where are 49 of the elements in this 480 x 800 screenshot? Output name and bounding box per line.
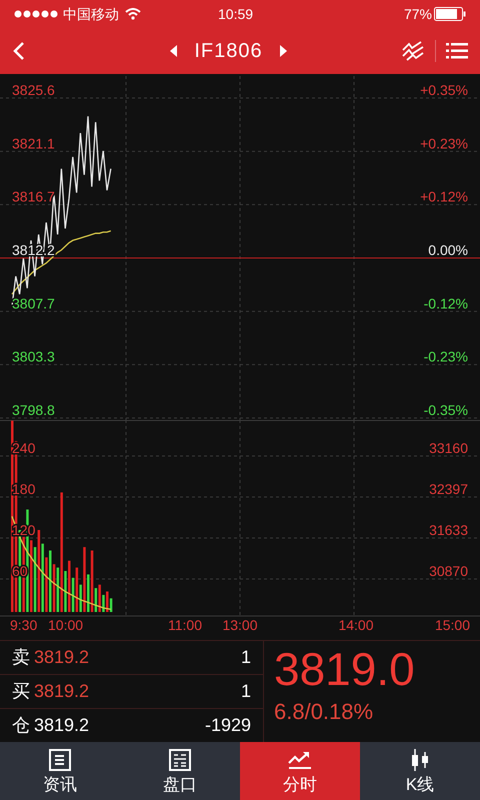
time-label: 9:30 — [10, 617, 38, 633]
axis-label: 3807.7 — [12, 295, 55, 312]
row-quantity: 1 — [240, 646, 251, 669]
document-icon — [47, 748, 73, 772]
last-price: 3819.0 — [274, 642, 416, 697]
previous-icon[interactable] — [170, 45, 178, 57]
axis-label: 0.00% — [428, 242, 468, 258]
row-quantity: -1929 — [204, 714, 251, 737]
contract-title: IF1806 — [194, 39, 263, 64]
time-label: 15:00 — [434, 617, 470, 633]
axis-label: 32397 — [429, 481, 468, 497]
time-label: 14:00 — [338, 617, 374, 633]
axis-label: +0.35% — [420, 82, 468, 98]
axis-label: 3825.6 — [12, 82, 55, 98]
battery-percent: 77% — [404, 4, 432, 24]
price-change: 6.8/0.18% — [274, 698, 374, 726]
row-price: 3819.2 — [34, 680, 90, 703]
time-label: 10:00 — [48, 617, 84, 633]
wifi-icon — [125, 8, 141, 20]
battery-icon — [434, 7, 466, 21]
axis-label: -0.23% — [424, 348, 468, 365]
menu-icon[interactable] — [446, 42, 468, 60]
axis-label: 30870 — [429, 563, 468, 579]
time-label: 13:00 — [222, 617, 258, 633]
carrier-name: 中国移动 — [63, 4, 119, 24]
row-label: 买 — [12, 680, 30, 703]
row-label: 仓 — [12, 714, 30, 737]
time-label: 11:00 — [168, 617, 202, 633]
axis-label: +0.23% — [420, 135, 468, 152]
row-label: 卖 — [12, 646, 30, 669]
next-icon[interactable] — [278, 45, 287, 57]
axis-label: -0.35% — [424, 402, 468, 418]
back-icon[interactable] — [12, 41, 26, 61]
tab[interactable]: 分时 — [240, 742, 360, 800]
axis-label: 60 — [12, 563, 28, 579]
axis-label: 3803.3 — [12, 348, 55, 365]
axis-label: 3798.8 — [12, 402, 55, 418]
axis-label: 33160 — [429, 440, 468, 456]
axis-label: -0.12% — [424, 295, 468, 312]
axis-label: 3821.1 — [12, 135, 55, 152]
axis-label: +0.12% — [420, 188, 468, 205]
order-book-icon — [167, 748, 193, 772]
row-price: 3819.2 — [34, 714, 90, 737]
status-time: 10:59 — [218, 4, 254, 24]
row-quantity: 1 — [240, 680, 251, 703]
signal-icon — [14, 10, 58, 18]
row-price: 3819.2 — [34, 646, 90, 669]
axis-label: 31633 — [429, 522, 468, 538]
indicator-icon[interactable] — [401, 41, 425, 61]
